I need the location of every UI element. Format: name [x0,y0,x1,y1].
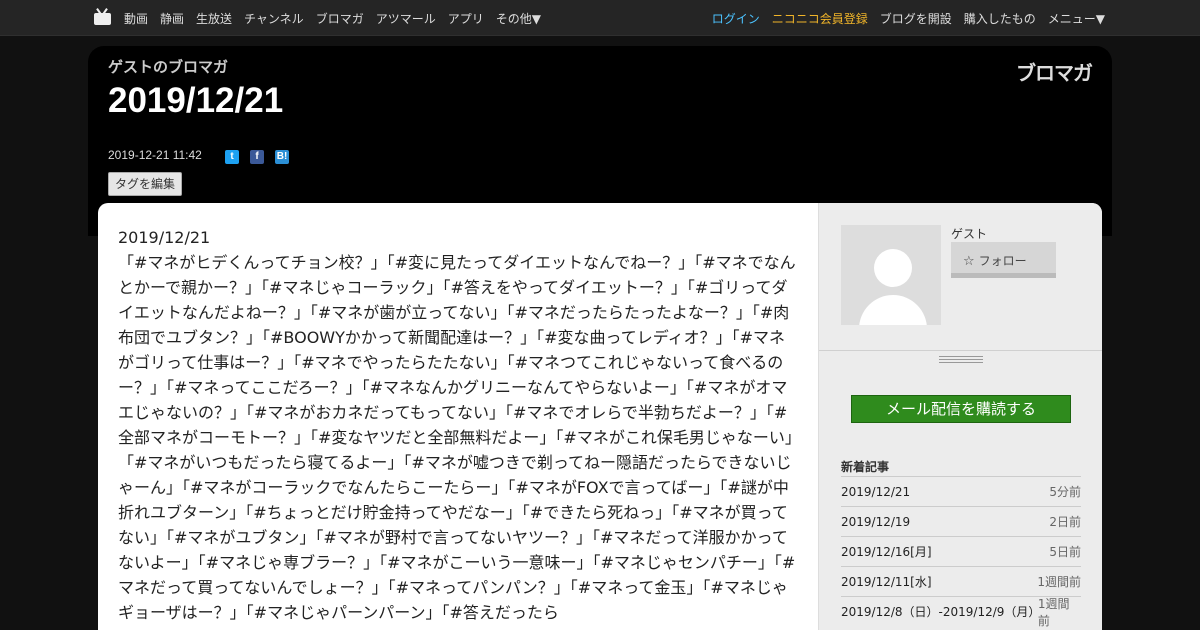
login-link[interactable]: ログイン [712,10,760,27]
nav-item-video[interactable]: 動画 [124,10,148,27]
follow-label: フォロー [978,254,1027,268]
recent-articles-heading: 新着記事 [841,460,890,474]
nav-item-seiga[interactable]: 静画 [160,10,184,27]
post-date: 2019-12-21 11:42 [108,148,202,162]
nav-item-live[interactable]: 生放送 [196,10,232,27]
avatar[interactable] [841,225,941,325]
list-item[interactable]: 2019/12/16[月] 5日前 [841,536,1081,566]
nav-item-bromaga[interactable]: ブロマガ [316,10,364,27]
recent-article-title: 2019/12/21 [841,484,911,499]
nav-item-more[interactable]: その他▼ [496,10,541,27]
user-name[interactable]: ゲスト [951,225,987,242]
recent-article-age: 1週間前 [1037,596,1070,628]
edit-tags-button[interactable]: タグを編集 [108,172,183,196]
nav-item-channel[interactable]: チャンネル [244,10,304,27]
account-nav: ログイン ニコニコ会員登録 ブログを開設 購入したもの メニュー▼ [700,0,1105,36]
list-item[interactable]: 2019/12/21 5分前 [841,476,1081,506]
recent-article-age: 1週間前 [1037,575,1081,589]
article-text: 「#マネがヒデくんってチョン校？」「#変に見たってダイエットなんでねー？」「#マ… [118,253,796,622]
recent-articles-list: 2019/12/21 5分前 2019/12/19 2日前 2019/12/16… [841,476,1081,628]
recent-article-age: 5日前 [1049,545,1081,559]
menu-dropdown[interactable]: メニュー▼ [1048,10,1105,27]
sidebar: ゲスト ☆ フォロー メール配信を購読する 新着記事 2019/12/21 5分前… [818,203,1102,630]
recent-article-age: 2日前 [1049,515,1081,529]
page-title: 2019/12/21 [108,81,284,120]
open-blog-link[interactable]: ブログを開設 [880,10,952,27]
recent-article-title: 2019/12/16[月] [841,545,932,559]
hatena-bookmark-icon[interactable]: B! [275,150,289,164]
recent-article-title: 2019/12/11[水] [841,575,932,589]
blog-name[interactable]: ゲストのブロマガ [108,56,228,77]
article-heading: 2019/12/21 [118,228,211,247]
subscribe-mail-button[interactable]: メール配信を購読する [851,395,1071,423]
nav-item-atsumaru[interactable]: アツマール [376,10,436,27]
list-item[interactable]: 2019/12/8（日）-2019/12/9（月） 1週間前 [841,596,1081,628]
niconico-tv-icon[interactable] [94,8,111,26]
nav-item-app[interactable]: アプリ [448,10,484,27]
recent-article-age: 5分前 [1049,485,1081,499]
collapse-handle-icon[interactable] [939,356,983,365]
recent-article-title: 2019/12/19 [841,514,911,529]
list-item[interactable]: 2019/12/11[水] 1週間前 [841,566,1081,596]
top-nav-bar: 動画 静画 生放送 チャンネル ブロマガ アツマール アプリ その他▼ ログイン… [0,0,1200,36]
sidebar-divider [819,350,1102,351]
article-body: 2019/12/21 「#マネがヒデくんってチョン校？」「#変に見たってダイエッ… [118,225,798,625]
star-icon: ☆ [963,254,975,269]
facebook-share-icon[interactable]: f [250,150,264,164]
twitter-share-icon[interactable]: t [225,150,239,164]
bromaga-logo[interactable]: ブロマガ [1016,57,1093,86]
purchased-link[interactable]: 購入したもの [964,10,1036,27]
content-area: 2019/12/21 「#マネがヒデくんってチョン校？」「#変に見たってダイエッ… [98,203,1102,630]
register-link[interactable]: ニコニコ会員登録 [772,10,868,27]
list-item[interactable]: 2019/12/19 2日前 [841,506,1081,536]
service-nav: 動画 静画 生放送 チャンネル ブロマガ アツマール アプリ その他▼ [124,0,553,36]
recent-article-title: 2019/12/8（日）-2019/12/9（月） [841,605,1041,619]
follow-button[interactable]: ☆ フォロー [951,242,1056,278]
